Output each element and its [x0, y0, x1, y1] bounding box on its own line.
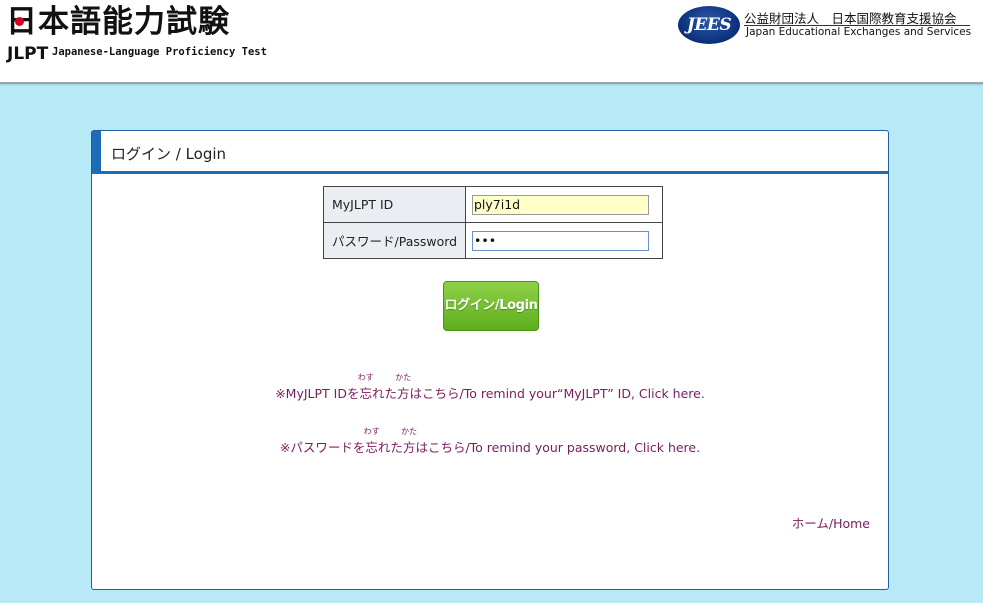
- remind-id-text-1: ※MyJLPT IDを: [275, 386, 360, 401]
- id-row: MyJLPT ID: [323, 186, 663, 223]
- remind-id-link[interactable]: ※MyJLPT IDを わす 忘れた かた 方はこちら/To remind your“M…: [92, 373, 888, 402]
- ruby-base: 忘: [359, 386, 372, 401]
- login-form-table: MyJLPT ID パスワード/Password: [323, 186, 663, 259]
- id-cell: [465, 186, 663, 223]
- ruby-base: 方: [396, 386, 410, 401]
- jlpt-logo[interactable]: 日本語能力試験 JLPT Japanese-Language Proficien…: [6, 4, 267, 64]
- org-name-en: Japan Educational Exchanges and Services: [746, 26, 972, 38]
- jees-badge-icon: JEES: [678, 6, 740, 44]
- remind-id-text-3: はこちら/To remind your“MyJLPT” ID, Click he…: [409, 386, 705, 401]
- home-link[interactable]: ホーム/Home: [792, 513, 870, 532]
- site-header: 日本語能力試験 JLPT Japanese-Language Proficien…: [0, 0, 983, 84]
- ruby-reading: わす: [363, 427, 380, 436]
- login-panel-header: ログイン / Login: [92, 131, 888, 174]
- jees-logo[interactable]: JEES 公益財団法人 日本国際教育支援協会 Japan Educational…: [678, 6, 978, 50]
- password-cell: [465, 222, 663, 259]
- login-button[interactable]: ログイン/Login: [443, 281, 539, 331]
- hinomaru-icon: [15, 17, 24, 26]
- ruby-forget: わす忘: [364, 427, 380, 456]
- logo-subtitle: Japanese-Language Proficiency Test: [52, 46, 267, 58]
- remind-password-text-1: ※パスワードを: [279, 440, 366, 455]
- password-input[interactable]: [472, 230, 649, 251]
- remind-id-text-2: れた: [371, 386, 397, 401]
- ruby-reading: かた: [395, 373, 412, 382]
- ruby-forget: わす忘: [358, 373, 374, 402]
- ruby-reading: わす: [357, 373, 374, 382]
- myjlpt-id-input[interactable]: [472, 194, 649, 215]
- ruby-base: 忘: [365, 440, 378, 455]
- page-title: ログイン / Login: [111, 145, 227, 163]
- ruby-person: かた方: [395, 373, 411, 402]
- remind-password-text-2: れた: [377, 440, 403, 455]
- remind-password-link[interactable]: ※パスワードを わす 忘れた かた 方はこちら/To remind your passw…: [92, 427, 888, 456]
- login-panel: ログイン / Login MyJLPT ID パスワード/Password ログ…: [91, 130, 889, 590]
- logo-title: 日本語能力試験: [6, 4, 230, 40]
- ruby-person: かた方: [401, 427, 417, 456]
- id-label: MyJLPT ID: [323, 186, 466, 223]
- password-label: パスワード/Password: [323, 222, 466, 259]
- logo-mark: JLPT: [7, 44, 49, 64]
- header-accent-bar: [92, 131, 101, 171]
- ruby-base: 方: [402, 440, 416, 455]
- password-row: パスワード/Password: [323, 222, 663, 259]
- remind-password-text-3: はこちら/To remind your password, Click here…: [415, 440, 701, 455]
- ruby-reading: かた: [401, 427, 418, 436]
